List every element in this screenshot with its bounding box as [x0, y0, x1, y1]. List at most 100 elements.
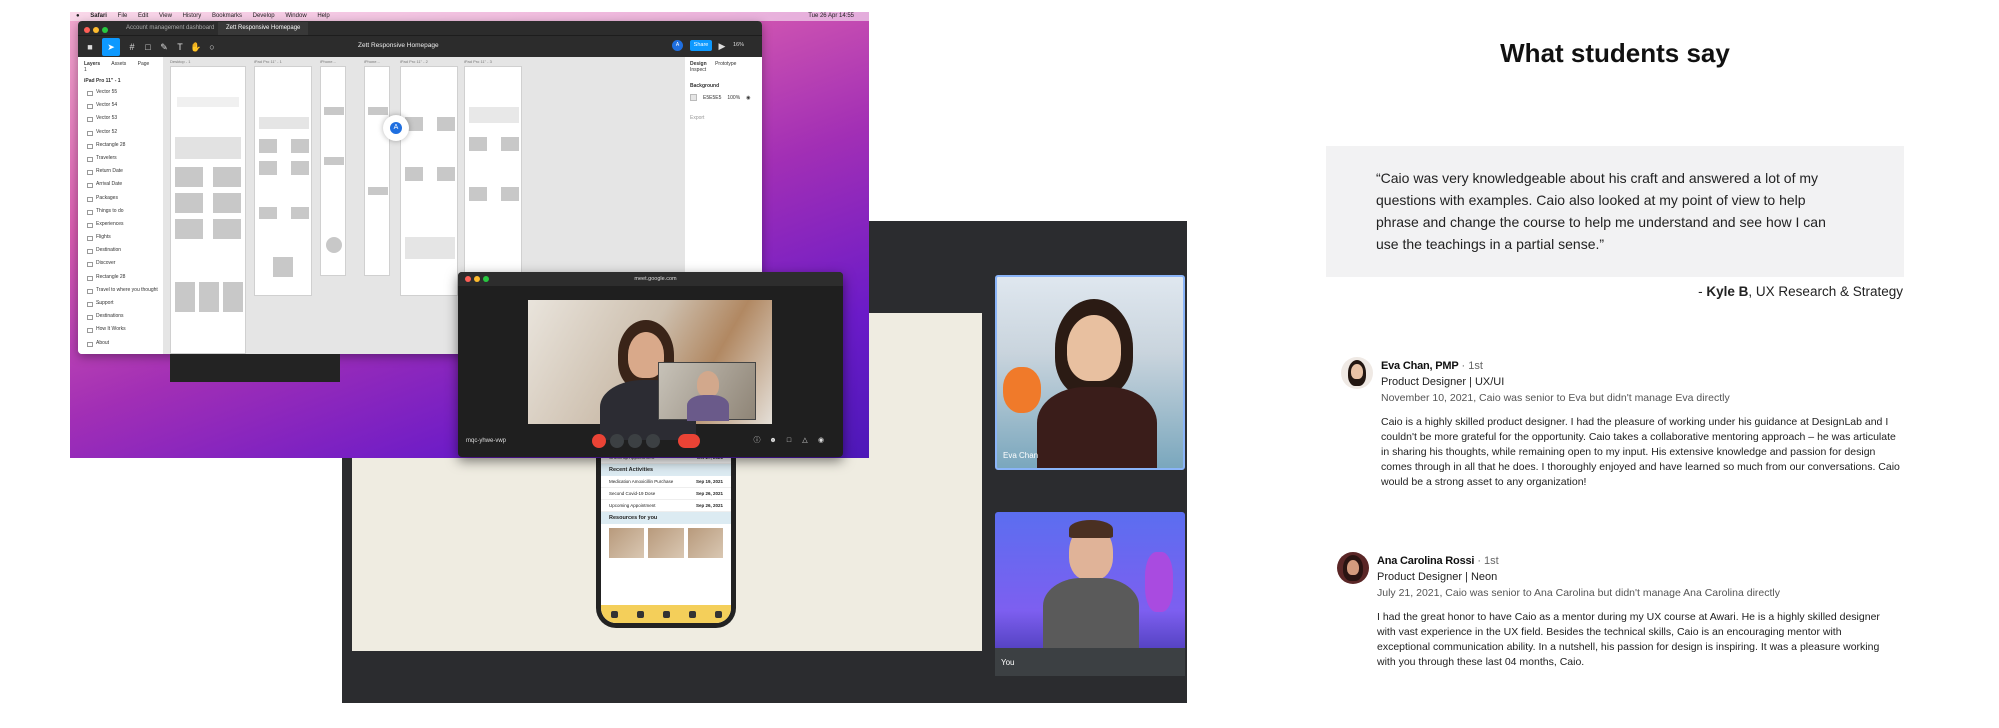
people-icon[interactable]: ☻	[766, 434, 780, 448]
activities-icon[interactable]: △	[798, 434, 812, 448]
layer-item[interactable]: Packages	[84, 192, 163, 205]
frame-desktop[interactable]	[170, 66, 246, 354]
layer-item[interactable]: How It Works	[84, 323, 163, 336]
frame-ipad-2[interactable]	[400, 66, 458, 296]
maximize-icon[interactable]	[102, 27, 108, 33]
menu-window[interactable]: Window	[285, 13, 306, 19]
meeting-code: mqc-yhwe-vwp	[466, 438, 507, 444]
more-options-button[interactable]	[646, 434, 660, 448]
background-fill-row[interactable]: E5E5E5 100% ◉	[690, 94, 757, 101]
frame-iphone-2[interactable]	[364, 66, 390, 276]
layer-item[interactable]: Destination	[84, 244, 163, 257]
text-tool-icon[interactable]: T	[174, 41, 186, 53]
shape-tool-icon[interactable]: □	[142, 41, 154, 53]
avatar[interactable]: A	[672, 40, 683, 51]
frame-label: iPhone...	[320, 59, 336, 64]
menu-safari[interactable]: Safari	[90, 13, 107, 19]
frame-ipad-1[interactable]	[254, 66, 312, 296]
close-icon[interactable]	[465, 276, 471, 282]
minimize-icon[interactable]	[474, 276, 480, 282]
eye-icon[interactable]: ◉	[746, 95, 750, 101]
apple-icon[interactable]: ●	[76, 13, 80, 19]
layer-item[interactable]: Vector 53	[84, 112, 163, 125]
menu-edit[interactable]: Edit	[138, 13, 148, 19]
frame-iphone-1[interactable]	[320, 66, 346, 276]
mic-off-button[interactable]	[592, 434, 606, 448]
layer-item[interactable]: Vector 55	[84, 86, 163, 99]
share-button[interactable]: Share	[690, 40, 712, 51]
tab-zett-homepage[interactable]: Zett Responsive Homepage	[218, 22, 309, 35]
camera-button[interactable]	[610, 434, 624, 448]
layers-panel-tabs: Layers Assets Page 1	[84, 61, 163, 73]
background-opacity[interactable]: 100%	[727, 95, 740, 101]
pen-tool-icon[interactable]: ✎	[158, 41, 170, 53]
avatar[interactable]	[1337, 552, 1369, 584]
participant-hair	[1069, 520, 1113, 538]
background-section-title: Background	[690, 83, 720, 89]
layer-item[interactable]: Support	[84, 297, 163, 310]
participant-tile-eva[interactable]: Eva Chan	[995, 275, 1185, 470]
recommender-role: Product Designer | Neon	[1377, 571, 1498, 583]
menu-develop[interactable]: Develop	[253, 13, 275, 19]
layer-item[interactable]: Things to do	[84, 205, 163, 218]
menu-bookmarks[interactable]: Bookmarks	[212, 13, 242, 19]
layer-item[interactable]: Destinations	[84, 310, 163, 323]
menu-help[interactable]: Help	[317, 13, 329, 19]
layer-item[interactable]: Return Date	[84, 165, 163, 178]
layer-item[interactable]: Rectangle 28	[84, 271, 163, 284]
close-icon[interactable]	[84, 27, 90, 33]
host-controls-icon[interactable]: ◉	[814, 434, 828, 448]
tab-account-dashboard[interactable]: Account management dashboard	[126, 21, 214, 35]
layer-item[interactable]: Flights	[84, 231, 163, 244]
layer-item[interactable]: Rectangle 28	[84, 139, 163, 152]
hand-tool-icon[interactable]: ✋	[190, 41, 202, 53]
menu-file[interactable]: File	[118, 13, 128, 19]
avatar[interactable]	[1341, 357, 1373, 389]
present-icon[interactable]: ▶	[716, 40, 728, 52]
present-screen-button[interactable]	[628, 434, 642, 448]
background-hex[interactable]: E5E5E5	[703, 95, 721, 101]
figma-tab-bar: Account management dashboard Zett Respon…	[78, 21, 762, 35]
participant-shirt	[687, 395, 729, 421]
layer-item[interactable]: Travel to where you thought ...	[84, 284, 163, 306]
export-section-title[interactable]: Export	[690, 115, 757, 121]
frame-label: iPad Pro 11" - 3	[464, 59, 492, 64]
root-frame-layer[interactable]: iPad Pro 11" - 1	[84, 78, 163, 84]
chat-icon[interactable]: □	[782, 434, 796, 448]
zoom-level[interactable]: 16%	[733, 42, 744, 48]
menu-history[interactable]: History	[183, 13, 202, 19]
minimize-icon[interactable]	[93, 27, 99, 33]
address-bar[interactable]: meet.google.com	[613, 275, 698, 283]
tab-inspect[interactable]: Inspect	[690, 67, 706, 73]
frame-label: iPhone...	[364, 59, 380, 64]
layers-panel: Layers Assets Page 1 iPad Pro 11" - 1 Ve…	[78, 57, 164, 354]
comment-tool-icon[interactable]: ○	[206, 41, 218, 53]
recommender-name[interactable]: Eva Chan, PMP · 1st	[1381, 360, 1483, 372]
google-meet-window: meet.google.com mqc-yhwe-vwp ⓘ ☻ □ △ ◉	[458, 272, 843, 457]
participant-shirt	[1037, 387, 1157, 468]
maximize-icon[interactable]	[483, 276, 489, 282]
phone-mockup: Vaccine Boosters AppointmentOct 26, 2021…	[596, 440, 736, 628]
recommender-name[interactable]: Ana Carolina Rossi · 1st	[1377, 555, 1499, 567]
menu-view[interactable]: View	[159, 13, 172, 19]
figma-menu-icon[interactable]: ■	[84, 41, 96, 53]
self-view-video	[658, 362, 756, 421]
frame-tool-icon[interactable]: #	[126, 41, 138, 53]
layer-item[interactable]: About	[84, 337, 163, 350]
layer-item[interactable]: Arrival Date	[84, 178, 163, 191]
layer-item[interactable]: Vector 54	[84, 99, 163, 112]
color-swatch[interactable]	[690, 94, 697, 101]
tab-prototype[interactable]: Prototype	[715, 61, 736, 67]
end-call-button[interactable]	[678, 434, 700, 448]
layer-item[interactable]: Vector 52	[84, 126, 163, 139]
layer-item[interactable]: Travelers	[84, 152, 163, 165]
layer-item[interactable]: Experiences	[84, 218, 163, 231]
figma-file-title[interactable]: Zett Responsive Homepage	[358, 42, 439, 49]
frame-ipad-3[interactable]	[464, 66, 522, 296]
layer-item[interactable]: Discover	[84, 257, 163, 270]
info-icon[interactable]: ⓘ	[750, 434, 764, 448]
move-tool-icon[interactable]: ➤	[102, 38, 120, 56]
recommendation-text: Caio is a highly skilled product designe…	[1381, 416, 1900, 488]
background-mascot	[1003, 367, 1041, 413]
tab-assets[interactable]: Assets	[111, 61, 126, 67]
